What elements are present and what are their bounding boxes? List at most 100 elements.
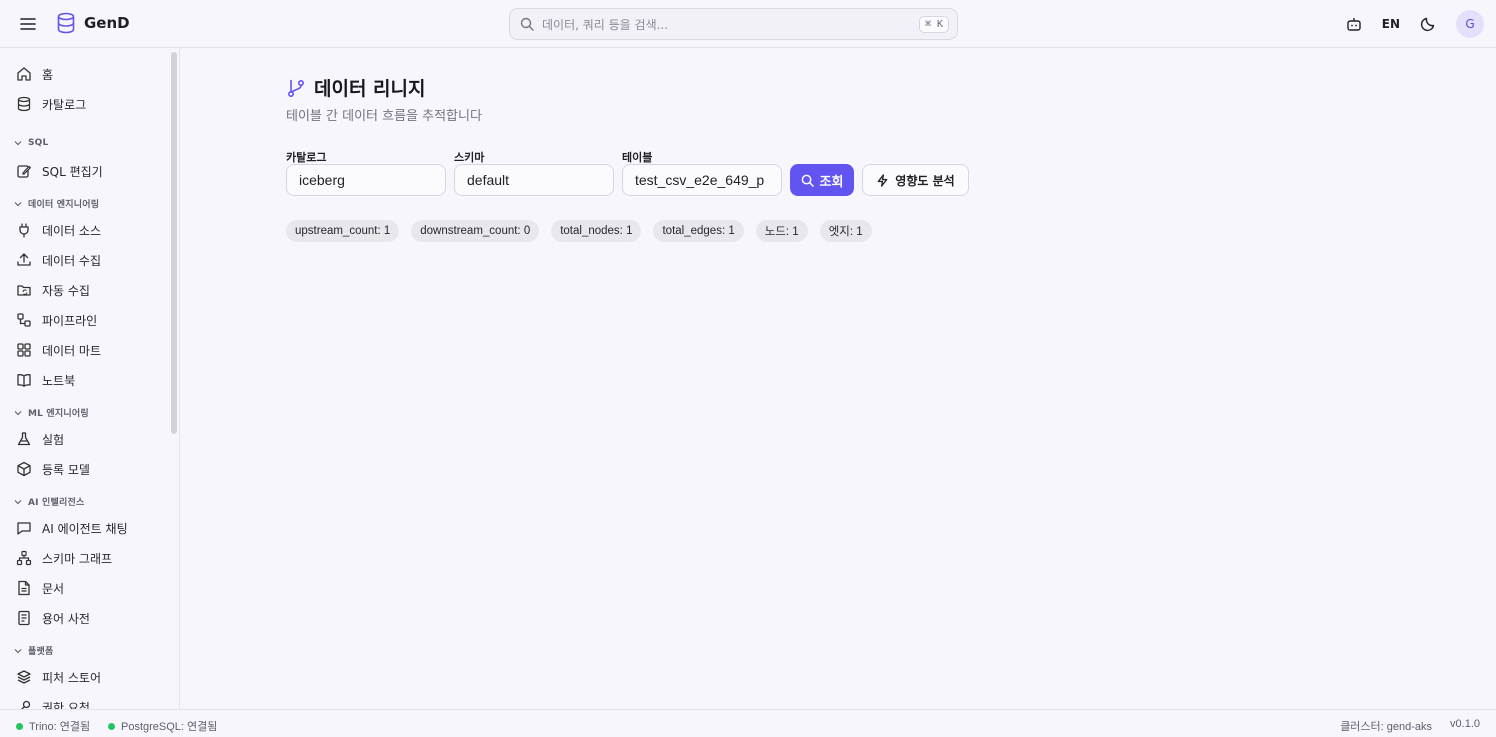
sidebar-scrollbar[interactable] [171, 52, 177, 434]
catalog-field[interactable]: iceberg [286, 164, 446, 196]
trino-status: Trino: 연결됨 [16, 718, 90, 734]
section-title: AI 인텔리전스 [28, 498, 85, 508]
glossary-icon [18, 610, 30, 626]
sidebar-item-label: 등록 모델 [42, 462, 90, 477]
search-button-label: 조회 [819, 174, 844, 190]
status-dot [108, 722, 115, 730]
sidebar-item-ai-agent-chat[interactable]: AI 에이전트 채팅 [8, 514, 166, 542]
workflow-icon [17, 313, 31, 327]
stat-chip-edges: 엣지: 1 [819, 220, 872, 242]
sidebar-item-documents[interactable]: 문서 [8, 574, 166, 602]
sidebar-item-auto-ingest[interactable]: 자동 수집 [8, 276, 166, 304]
search-button[interactable]: 조회 [790, 164, 854, 196]
flask-icon [17, 432, 31, 446]
sidebar-item-label: 용어 사전 [42, 611, 90, 626]
avatar[interactable]: G [1456, 10, 1484, 38]
search-shortcut: ⌘ K [918, 15, 949, 33]
header-actions: EN G [1344, 10, 1484, 38]
chevron-down-icon [14, 410, 22, 415]
sidebar-item-feature-store[interactable]: 피처 스토어 [8, 663, 166, 691]
book-icon [17, 374, 31, 387]
section-title: SQL [28, 138, 49, 148]
sidebar-item-data-mart[interactable]: 데이터 마트 [8, 336, 166, 364]
global-search-input[interactable]: 데이터, 쿼리 등을 검색... ⌘ K [509, 8, 958, 40]
status-bar: Trino: 연결됨 PostgreSQL: 연결됨 클러스터: gend-ak… [0, 709, 1496, 737]
impact-button-label: 영향도 분석 [895, 173, 955, 188]
key-icon [21, 700, 31, 709]
sidebar-item-label: 문서 [42, 581, 65, 596]
table-field[interactable]: test_csv_e2e_649_p [622, 164, 782, 196]
sidebar-item-sql-editor[interactable]: SQL 편집기 [8, 157, 166, 185]
bot-icon[interactable] [1344, 14, 1364, 34]
sidebar-section-ml-engineering[interactable]: ML 엔지니어링 [14, 406, 89, 419]
sidebar-item-label: 데이터 소스 [42, 223, 102, 238]
document-icon [18, 580, 30, 596]
sidebar-item-notebook[interactable]: 노트북 [8, 366, 166, 394]
lineage-stats: upstream_count: 1 downstream_count: 0 to… [286, 220, 872, 242]
app-logo[interactable]: GenD [56, 12, 130, 34]
footer-info: 클러스터: gend-aks v0.1.0 [1340, 718, 1480, 734]
sidebar-item-label: 카탈로그 [42, 97, 87, 112]
moon-icon[interactable] [1418, 14, 1438, 34]
stat-chip-total-nodes: total_nodes: 1 [551, 220, 642, 242]
page-title: 데이터 리니지 [314, 78, 426, 100]
sidebar-item-glossary[interactable]: 용어 사전 [8, 604, 166, 632]
sidebar-item-schema-graph[interactable]: 스키마 그래프 [8, 544, 166, 572]
sidebar-item-label: 데이터 수집 [42, 253, 102, 268]
search-icon [520, 17, 534, 31]
sidebar: 홈 카탈로그 SQL SQL 편집기 데이터 엔지니어링 데이터 소스 데이터 … [0, 48, 180, 709]
sidebar-item-label: 노트북 [42, 373, 76, 388]
stat-chip-nodes: 노드: 1 [755, 220, 808, 242]
table-label: 테이블 [622, 151, 653, 164]
impact-analysis-button[interactable]: 영향도 분석 [862, 164, 969, 196]
stat-chip-upstream-count: upstream_count: 1 [286, 220, 400, 242]
package-icon [17, 461, 31, 477]
layers-icon [17, 670, 31, 684]
sidebar-section-sql[interactable]: SQL [14, 138, 48, 148]
sidebar-item-registered-model[interactable]: 등록 모델 [8, 455, 166, 483]
zap-icon [877, 173, 888, 187]
chevron-down-icon [14, 648, 22, 653]
database-icon [17, 96, 31, 112]
stat-chip-total-edges: total_edges: 1 [653, 220, 744, 242]
sidebar-item-pipeline[interactable]: 파이프라인 [8, 306, 166, 334]
page-subtitle: 테이블 간 데이터 흐름을 추적합니다 [286, 109, 482, 124]
app-name: GenD [84, 14, 130, 32]
page-header: 데이터 리니지 [286, 74, 426, 101]
sidebar-section-data-engineering[interactable]: 데이터 엔지니어링 [14, 197, 99, 210]
cluster-name: 클러스터: gend-aks [1340, 721, 1433, 733]
sidebar-item-permission-request[interactable]: 권한 요청 [8, 693, 166, 709]
sidebar-item-label: 실험 [42, 432, 65, 447]
main-content: 데이터 리니지 테이블 간 데이터 흐름을 추적합니다 카탈로그 iceberg… [180, 48, 1496, 709]
postgres-status-text: PostgreSQL: 연결됨 [121, 721, 218, 733]
status-dot [16, 722, 23, 730]
postgres-status: PostgreSQL: 연결됨 [108, 718, 217, 734]
sidebar-item-data-source[interactable]: 데이터 소스 [8, 216, 166, 244]
grid-icon [17, 343, 31, 357]
schema-field[interactable]: default [454, 164, 614, 196]
language-toggle[interactable]: EN [1382, 17, 1400, 31]
sidebar-item-home[interactable]: 홈 [8, 60, 166, 88]
sidebar-item-label: 홈 [42, 67, 54, 82]
sidebar-item-label: 데이터 마트 [42, 343, 102, 358]
home-icon [17, 67, 31, 81]
sidebar-item-experiment[interactable]: 실험 [8, 425, 166, 453]
chevron-down-icon [14, 201, 22, 206]
search-placeholder: 데이터, 쿼리 등을 검색... [542, 17, 669, 32]
sidebar-section-platform[interactable]: 플랫폼 [14, 644, 53, 657]
section-title: 데이터 엔지니어링 [28, 200, 100, 210]
app-version: v0.1.0 [1450, 718, 1480, 730]
folder-sync-icon [17, 285, 31, 296]
search-icon [801, 174, 814, 187]
sidebar-section-ai-intelligence[interactable]: AI 인텔리전스 [14, 495, 84, 508]
sidebar-item-catalog[interactable]: 카탈로그 [8, 90, 166, 118]
chevron-down-icon [14, 141, 22, 146]
menu-icon[interactable] [18, 14, 38, 34]
sidebar-item-data-ingest[interactable]: 데이터 수집 [8, 246, 166, 274]
sidebar-item-label: 스키마 그래프 [42, 551, 113, 566]
stat-chip-downstream-count: downstream_count: 0 [411, 220, 540, 242]
sidebar-item-label: 권한 요청 [42, 700, 90, 710]
schema-label: 스키마 [454, 151, 485, 164]
sidebar-item-label: SQL 편집기 [42, 164, 103, 179]
sidebar-item-label: 피처 스토어 [42, 670, 102, 685]
